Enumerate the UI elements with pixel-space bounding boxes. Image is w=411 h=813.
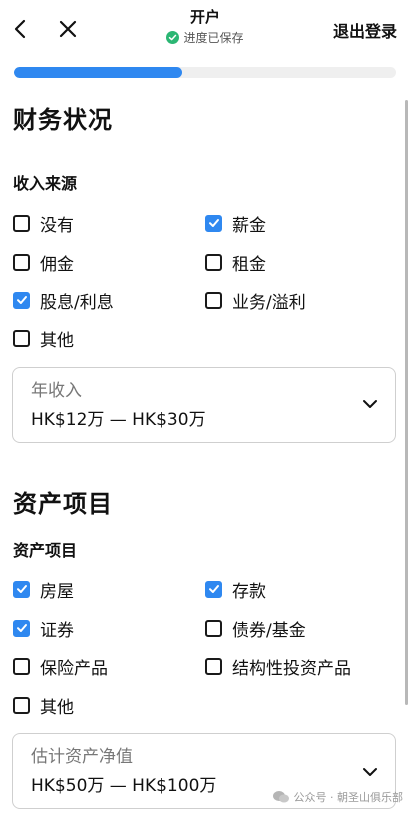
checkbox-icon xyxy=(13,696,30,714)
checkbox-income-none[interactable]: 没有 xyxy=(13,211,74,236)
checkbox-icon xyxy=(13,253,30,271)
page-title: 开户 xyxy=(189,8,220,26)
checkbox-income-salary[interactable]: 薪金 xyxy=(205,211,266,236)
checkbox-asset-securities[interactable]: 证券 xyxy=(13,616,74,641)
checkbox-icon xyxy=(205,657,222,675)
save-status: 进度已保存 xyxy=(120,29,290,46)
net-worth-label: 估计资产净值 xyxy=(31,747,133,767)
checkbox-income-dividend[interactable]: 股息/利息 xyxy=(13,288,114,313)
checkbox-checked-icon xyxy=(13,619,30,637)
checkbox-icon xyxy=(13,657,30,675)
save-status-text: 进度已保存 xyxy=(183,31,244,45)
checkbox-income-business[interactable]: 业务/溢利 xyxy=(205,288,306,313)
checkbox-income-commission[interactable]: 佣金 xyxy=(13,250,74,275)
section-title-assets: 资产项目 xyxy=(13,490,113,518)
watermark-text: 公众号 · 朝圣山俱乐部 xyxy=(293,791,404,804)
wechat-icon xyxy=(272,791,289,803)
check-circle-icon xyxy=(166,31,180,44)
annual-income-value: HK$12万 — HK$30万 xyxy=(31,410,206,430)
net-worth-value: HK$50万 — HK$100万 xyxy=(31,776,217,796)
checkbox-asset-other[interactable]: 其他 xyxy=(13,693,74,718)
header-center: 开户 进度已保存 xyxy=(120,7,290,46)
checkbox-checked-icon xyxy=(13,580,30,598)
close-icon xyxy=(59,20,77,38)
watermark: 公众号 · 朝圣山俱乐部 xyxy=(272,789,404,805)
progress-bar-fill xyxy=(14,67,183,78)
checkbox-asset-property[interactable]: 房屋 xyxy=(13,577,74,602)
back-button[interactable] xyxy=(8,14,32,44)
checkbox-icon xyxy=(13,329,30,347)
scrollbar[interactable] xyxy=(405,100,408,705)
checkbox-asset-structured[interactable]: 结构性投资产品 xyxy=(205,654,351,679)
checkbox-asset-bonds[interactable]: 债券/基金 xyxy=(205,616,306,641)
checkbox-icon xyxy=(205,253,222,271)
assets-items-title: 资产项目 xyxy=(13,541,78,560)
checkbox-checked-icon xyxy=(205,580,222,598)
checkbox-checked-icon xyxy=(13,291,30,309)
progress-bar xyxy=(14,67,396,78)
checkbox-icon xyxy=(205,291,222,309)
annual-income-select[interactable]: 年收入 HK$12万 — HK$30万 xyxy=(12,367,396,443)
checkbox-asset-insurance[interactable]: 保险产品 xyxy=(13,654,108,679)
chevron-down-icon xyxy=(363,768,377,776)
logout-button[interactable]: 退出登录 xyxy=(333,18,397,42)
close-button[interactable] xyxy=(54,14,82,44)
chevron-left-icon xyxy=(14,19,26,39)
income-source-title: 收入来源 xyxy=(13,174,78,193)
annual-income-label: 年收入 xyxy=(31,381,82,401)
section-title-financial: 财务状况 xyxy=(13,106,113,134)
checkbox-income-other[interactable]: 其他 xyxy=(13,326,74,351)
checkbox-icon xyxy=(205,619,222,637)
checkbox-income-rent[interactable]: 租金 xyxy=(205,250,266,275)
checkbox-asset-deposit[interactable]: 存款 xyxy=(205,577,266,602)
top-bar: 开户 进度已保存 退出登录 xyxy=(0,0,411,60)
chevron-down-icon xyxy=(363,400,377,408)
checkbox-checked-icon xyxy=(205,214,222,232)
checkbox-icon xyxy=(13,214,30,232)
